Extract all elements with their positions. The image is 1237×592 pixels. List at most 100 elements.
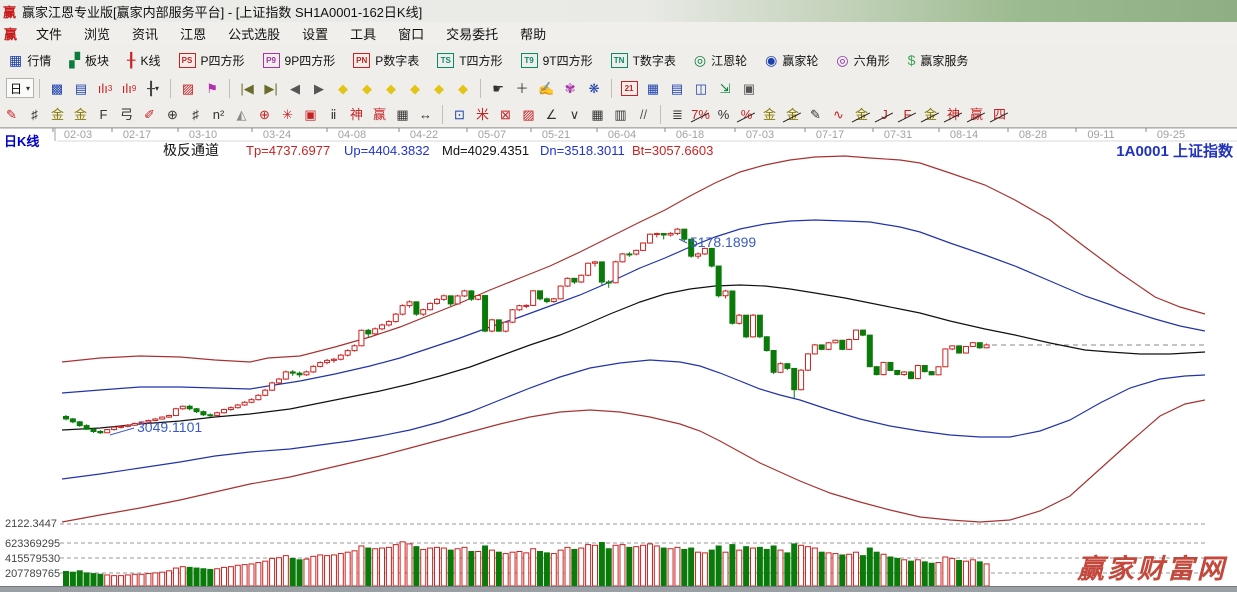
ying-grid-icon[interactable]: 赢 <box>369 104 390 124</box>
brush-icon[interactable]: ✎ <box>805 104 826 124</box>
box-diagonal-icon[interactable]: ▨ <box>518 104 539 124</box>
n-squared-icon[interactable]: n² <box>208 104 229 124</box>
quotes-button[interactable]: ▦ 行情 <box>0 50 60 71</box>
fan-box-icon[interactable]: ⊠ <box>495 104 516 124</box>
menu-item-4[interactable]: 公式选股 <box>217 22 291 45</box>
gold-grid-2-icon[interactable]: 金 <box>70 104 91 124</box>
9t-square-button[interactable]: T9 9T四方形 <box>512 50 602 71</box>
next-icon[interactable]: ▶ <box>308 78 330 98</box>
export-icon[interactable]: ⇲ <box>714 78 736 98</box>
diamond-vertical-icon[interactable]: ◆ <box>428 78 450 98</box>
seven-percent-icon[interactable]: 7% <box>690 104 711 124</box>
period-caret-icon[interactable]: ▾ <box>26 84 30 93</box>
kline-button[interactable]: ╂ K线 <box>118 50 169 71</box>
hexagon-button[interactable]: ◎ 六角形 <box>827 50 898 71</box>
title-bar[interactable]: 赢 赢家江恩专业版[赢家内部服务平台] - [上证指数 SH1A0001-162… <box>0 0 1237 23</box>
box-tool-icon[interactable]: ⊡ <box>449 104 470 124</box>
9p-square-button[interactable]: P9 9P四方形 <box>254 50 345 71</box>
star-grid-icon[interactable]: ✳ <box>277 104 298 124</box>
gann-flower-icon[interactable]: ✾ <box>559 78 581 98</box>
zigzag-icon[interactable]: ∨ <box>564 104 585 124</box>
calculator-icon[interactable]: ▦ <box>642 78 664 98</box>
diag-lines-icon[interactable]: // <box>633 104 654 124</box>
bar-scale-icon[interactable]: ≣ <box>667 104 688 124</box>
shen-grid-icon[interactable]: 神 <box>346 104 367 124</box>
smart-analyze-icon[interactable]: ❋ <box>583 78 605 98</box>
period-selector[interactable]: 日 ▾ <box>6 78 35 98</box>
mirror-icon[interactable]: ◭ <box>231 104 252 124</box>
sectors-button[interactable]: ▞ 板块 <box>60 50 118 71</box>
hash-grid-icon[interactable]: ♯ <box>185 104 206 124</box>
print-icon[interactable]: ▣ <box>738 78 760 98</box>
bars-9-icon[interactable]: ılı 9 <box>118 78 140 98</box>
diamond-right-icon[interactable]: ◆ <box>356 78 378 98</box>
ying-angle-icon[interactable]: 赢 <box>966 104 987 124</box>
menu-item-9[interactable]: 帮助 <box>509 22 557 45</box>
hand-drag-icon[interactable]: ☛ <box>487 78 509 98</box>
info-panel-icon[interactable]: ▤ <box>70 78 92 98</box>
diamond-horizontal-icon[interactable]: ◆ <box>380 78 402 98</box>
menu-item-5[interactable]: 设置 <box>291 22 339 45</box>
prev-icon[interactable]: ◀ <box>284 78 306 98</box>
f-angle-icon[interactable]: F <box>897 104 918 124</box>
menu-item-0[interactable]: 文件 <box>25 22 73 45</box>
candle-style-caret-icon[interactable]: ▾ <box>155 82 159 95</box>
j-angle-icon[interactable]: J <box>874 104 895 124</box>
diamond-cross-icon[interactable]: ◆ <box>404 78 426 98</box>
shen-angle-icon[interactable]: 神 <box>943 104 964 124</box>
span-arrows-icon[interactable]: ↔ <box>415 104 436 124</box>
menu-item-8[interactable]: 交易委托 <box>435 22 509 45</box>
diamond-all-icon[interactable]: ◆ <box>452 78 474 98</box>
window-layout-icon[interactable]: ▩ <box>46 78 68 98</box>
first-page-icon[interactable]: |◀ <box>236 78 258 98</box>
gann-wheel-button[interactable]: ◎ 江恩轮 <box>685 50 756 71</box>
grid-lines-icon[interactable]: ♯ <box>24 104 45 124</box>
winner-service-button[interactable]: $ 赢家服务 <box>899 50 978 71</box>
fan-lines-icon[interactable]: 米 <box>472 104 493 124</box>
p-square-button[interactable]: PS P四方形 <box>170 50 254 71</box>
compass-red-icon[interactable]: ⊕ <box>254 104 275 124</box>
box-star-icon[interactable]: ▣ <box>300 104 321 124</box>
gold-grid-1-icon[interactable]: 金 <box>47 104 68 124</box>
save-icon[interactable]: ◫ <box>690 78 712 98</box>
last-page-icon[interactable]: ▶| <box>260 78 282 98</box>
menu-item-2[interactable]: 资讯 <box>121 22 169 45</box>
notepad-icon[interactable]: ▤ <box>666 78 688 98</box>
t-square-button[interactable]: TS T四方形 <box>428 50 511 71</box>
winner-wheel-button[interactable]: ◉ 赢家轮 <box>756 50 827 71</box>
kline-chart[interactable]: 02-03 02-17 03-10 03-24 04-08 04-22 05-07 05-21… <box>0 127 1237 586</box>
menu-item-6[interactable]: 工具 <box>339 22 387 45</box>
menu-item-1[interactable]: 浏览 <box>73 22 121 45</box>
column-grid-icon[interactable]: ▥ <box>610 104 631 124</box>
gold-level-icon[interactable]: 金 <box>851 104 872 124</box>
wave-tool-icon[interactable]: ∿ <box>828 104 849 124</box>
dense-grid-icon[interactable]: ▦ <box>587 104 608 124</box>
volume-bar <box>846 553 853 586</box>
percent-icon[interactable]: % <box>713 104 734 124</box>
crosshair-icon[interactable]: ＋ <box>511 78 533 98</box>
erase-pen-icon[interactable]: ✐ <box>139 104 160 124</box>
menu-item-3[interactable]: 江恩 <box>169 22 217 45</box>
bars-3-icon[interactable]: ılı 3 <box>94 78 116 98</box>
t-number-table-button[interactable]: TN T数字表 <box>602 50 685 71</box>
gold-circle-icon[interactable]: 金 <box>759 104 780 124</box>
percent-line-icon[interactable]: % <box>736 104 757 124</box>
time-target-icon[interactable]: ⊕ <box>162 104 183 124</box>
f-grid-icon[interactable]: F <box>93 104 114 124</box>
bar-pattern-icon[interactable]: ⅱ <box>323 104 344 124</box>
si-angle-icon[interactable]: 四 <box>989 104 1010 124</box>
grid-123-icon[interactable]: ▦ <box>392 104 413 124</box>
p-number-table-button[interactable]: PN P数字表 <box>344 50 428 71</box>
k-pattern-icon[interactable]: ▨ <box>177 78 199 98</box>
annotate-pen-icon[interactable]: ✍ <box>535 78 557 98</box>
volume-profile-icon[interactable]: ⚑ <box>201 78 223 98</box>
bow-grid-icon[interactable]: 弓 <box>116 104 137 124</box>
gold-angle-icon[interactable]: 金 <box>920 104 941 124</box>
menu-item-7[interactable]: 窗口 <box>387 22 435 45</box>
diamond-left-icon[interactable]: ◆ <box>332 78 354 98</box>
draw-pen-icon[interactable]: ✎ <box>1 104 22 124</box>
calendar-icon[interactable]: 21 <box>618 78 640 98</box>
angle-tool-icon[interactable]: ∠ <box>541 104 562 124</box>
candle-style-icon[interactable]: ╂ ▾ <box>142 78 164 98</box>
gold-line-icon[interactable]: 金 <box>782 104 803 124</box>
